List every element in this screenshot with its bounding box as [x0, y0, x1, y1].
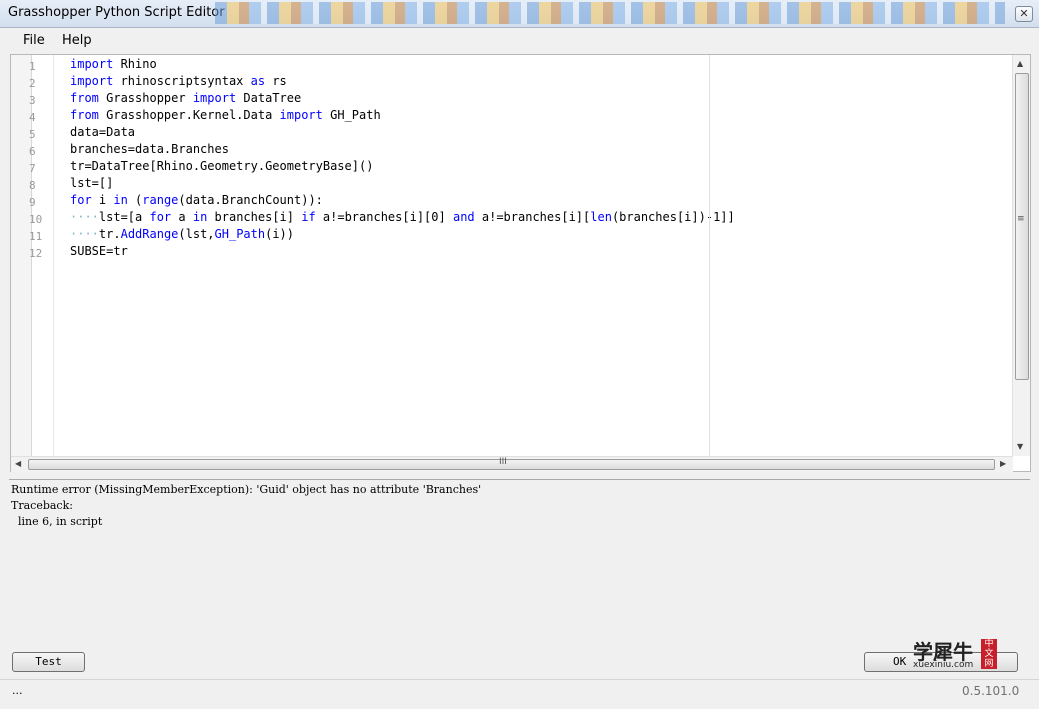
- vertical-scroll-thumb[interactable]: ≡: [1015, 73, 1029, 380]
- code-token: import: [70, 74, 114, 88]
- title-bar: Grasshopper Python Script Editor ✕: [0, 0, 1039, 28]
- horizontal-scroll-thumb[interactable]: III: [28, 457, 995, 470]
- code-token: rhinoscriptsyntax: [113, 74, 251, 88]
- code-line[interactable]: from Grasshopper.Kernel.Data import GH_P…: [70, 108, 381, 122]
- code-token: rs: [265, 74, 287, 88]
- line-number: 4: [29, 111, 36, 124]
- code-line[interactable]: ····tr.AddRange(lst,GH_Path(i)): [70, 227, 294, 241]
- code-token: data=Data: [70, 125, 136, 139]
- code-token: i: [91, 193, 114, 207]
- status-bar: ... 0.5.101.0: [0, 679, 1039, 709]
- code-token: import: [192, 91, 237, 105]
- code-token: ····: [70, 210, 99, 224]
- code-line[interactable]: import rhinoscriptsyntax as rs: [70, 74, 287, 88]
- code-token: branches=data.Branches: [70, 142, 229, 156]
- code-token: Grasshopper.Kernel.Data: [98, 108, 280, 122]
- code-line[interactable]: branches=data.Branches: [70, 142, 229, 156]
- scroll-down-icon[interactable]: ▼: [1017, 442, 1023, 451]
- line-number: 1: [29, 60, 36, 73]
- vertical-scrollbar[interactable]: ▲ ≡ ▼: [1012, 55, 1030, 456]
- watermark-logo: 学犀牛 xuexiniu.com 中文网: [908, 636, 1000, 672]
- code-editor[interactable]: import Rhino import rhinoscriptsyntax as …: [10, 54, 1031, 472]
- code-token: if: [301, 210, 316, 224]
- code-token: SUBSE=tr: [70, 244, 128, 258]
- code-token: as: [250, 74, 266, 88]
- code-token: (data.BranchCount)):: [178, 193, 323, 207]
- code-line[interactable]: ····lst=[a for a in branches[i] if a!=br…: [70, 210, 735, 224]
- ok-label: OK: [893, 655, 907, 668]
- code-token: from: [70, 91, 99, 105]
- line-number: 5: [29, 128, 36, 141]
- horizontal-scrollbar[interactable]: ◀ III ▶: [11, 456, 1013, 472]
- code-token: (: [127, 193, 143, 207]
- code-line[interactable]: data=Data: [70, 125, 135, 139]
- code-line[interactable]: SUBSE=tr: [70, 244, 128, 258]
- code-token: DataTree: [236, 91, 302, 105]
- vertical-grip-icon: ≡: [1017, 214, 1025, 224]
- line-number: 8: [29, 179, 36, 192]
- menu-help[interactable]: Help: [62, 33, 92, 48]
- code-token: import: [70, 57, 114, 71]
- output-line: line 6, in script: [11, 515, 103, 528]
- code-token: Rhino: [113, 57, 157, 71]
- edge-guide-line: [709, 55, 710, 456]
- line-number: 7: [29, 162, 36, 175]
- status-left: ...: [12, 684, 23, 697]
- code-token: for: [70, 193, 92, 207]
- line-number: 3: [29, 94, 36, 107]
- code-token: ····: [70, 227, 99, 241]
- line-number: 10: [29, 213, 43, 226]
- code-token: len: [590, 210, 612, 224]
- line-number: 9: [29, 196, 36, 209]
- watermark-badge: 中文网: [981, 639, 997, 669]
- scroll-left-icon[interactable]: ◀: [15, 459, 21, 468]
- code-token: GH_Path: [322, 108, 381, 122]
- menu-bar: File Help: [0, 28, 1039, 52]
- code-token: import: [279, 108, 323, 122]
- window-title: Grasshopper Python Script Editor: [8, 5, 225, 20]
- code-line[interactable]: import Rhino: [70, 57, 157, 71]
- code-token: lst=[a: [98, 210, 150, 224]
- code-line[interactable]: from Grasshopper import DataTree: [70, 91, 301, 105]
- code-token: branches[i]: [207, 210, 302, 224]
- code-token: in: [113, 193, 128, 207]
- watermark-site: xuexiniu.com: [913, 660, 974, 670]
- scroll-up-icon[interactable]: ▲: [1017, 59, 1023, 68]
- code-line[interactable]: lst=[]: [70, 176, 113, 190]
- code-token: tr=DataTree[Rhino.Geometry.GeometryBase]…: [70, 159, 374, 173]
- code-token: a: [171, 210, 193, 224]
- code-token: (i)): [265, 227, 294, 241]
- code-token: GH_Path: [214, 227, 266, 241]
- horizontal-grip-icon: III: [499, 457, 507, 467]
- menu-file[interactable]: File: [23, 33, 45, 48]
- code-token: a!=branches[i][0]: [315, 210, 453, 224]
- line-number: 6: [29, 145, 36, 158]
- code-token: (branches[i])-1]]: [611, 210, 735, 224]
- canvas-toolbar-icons: [215, 2, 1005, 24]
- code-line[interactable]: tr=DataTree[Rhino.Geometry.GeometryBase]…: [70, 159, 373, 173]
- code-token: (lst,: [178, 227, 215, 241]
- code-token: Grasshopper: [98, 91, 193, 105]
- output-line: Runtime error (MissingMemberException): …: [11, 483, 482, 496]
- close-button[interactable]: ✕: [1015, 6, 1033, 22]
- code-token: in: [192, 210, 208, 224]
- code-token: range: [142, 193, 179, 207]
- code-token: lst=[]: [70, 176, 114, 190]
- output-pane: Runtime error (MissingMemberException): …: [9, 479, 1030, 643]
- line-number: 11: [29, 230, 43, 243]
- code-line[interactable]: for i in (range(data.BranchCount)):: [70, 193, 323, 207]
- code-token: a!=branches[i][: [474, 210, 591, 224]
- scroll-right-icon[interactable]: ▶: [1000, 459, 1006, 468]
- line-number: 12: [29, 247, 43, 260]
- version-label: 0.5.101.0: [962, 684, 1020, 698]
- code-token: and: [452, 210, 475, 224]
- code-token: from: [70, 108, 99, 122]
- code-token: AddRange: [120, 227, 179, 241]
- code-token: for: [149, 210, 172, 224]
- output-line: Traceback:: [11, 499, 73, 512]
- line-number: 2: [29, 77, 36, 90]
- code-token: tr.: [98, 227, 121, 241]
- test-button[interactable]: Test: [12, 652, 85, 672]
